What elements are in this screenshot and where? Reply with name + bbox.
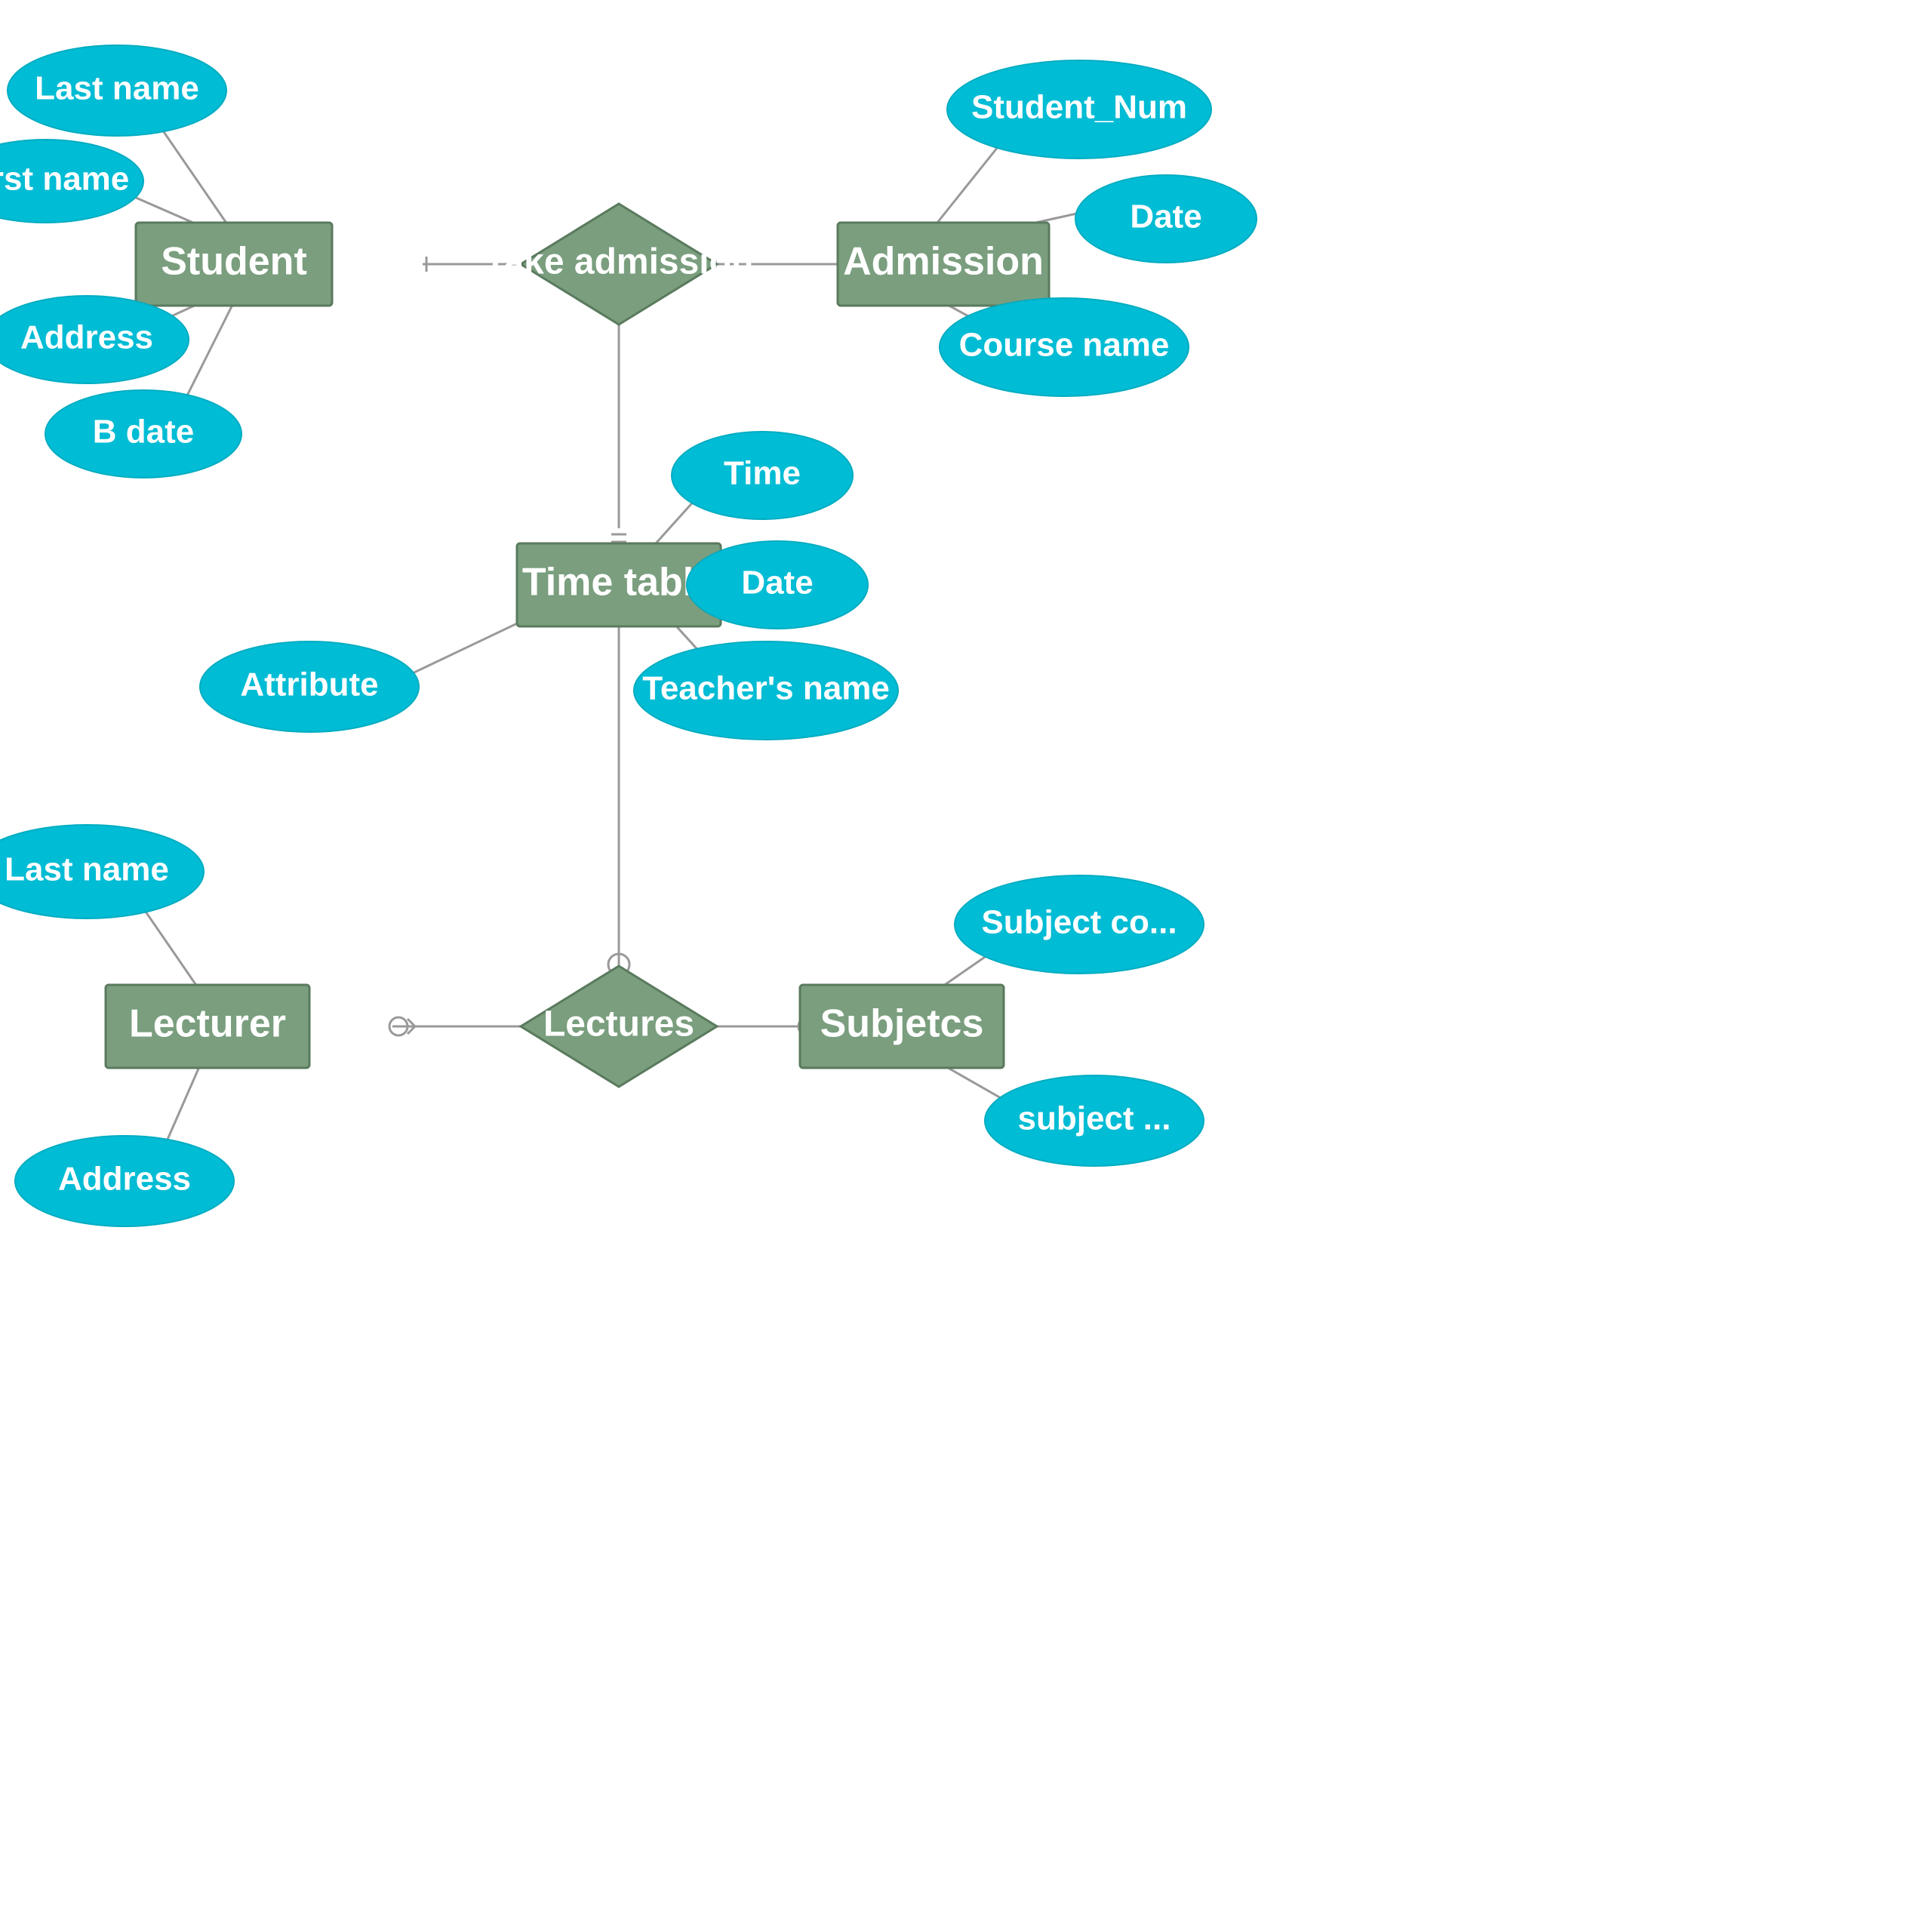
attr-subject-code-label: Subject co... [981, 904, 1177, 941]
attr-first-name-student-label: First name [0, 161, 129, 198]
attr-attribute-timetable-label: Attribute [240, 666, 378, 703]
attr-teachers-name-label: Teacher's name [642, 670, 890, 707]
attr-last-name-student-label: Last name [35, 70, 199, 107]
attr-bdate-student-label: B date [93, 414, 194, 451]
attr-address-student-label: Address [20, 319, 153, 356]
attr-address-lecturer-label: Address [58, 1161, 191, 1198]
attr-date-timetable-label: Date [741, 565, 813, 601]
attr-subject-name-label: subject ... [1018, 1100, 1171, 1137]
entity-student-label: Student [161, 240, 307, 284]
attr-time-timetable-label: Time [724, 455, 801, 492]
entity-lecturer-label: Lecturer [129, 1002, 286, 1046]
attr-date-admission-label: Date [1130, 198, 1201, 235]
attr-last-name-lecturer-label: Last name [5, 851, 169, 888]
attr-student-num-label: Student_Num [971, 89, 1187, 126]
entity-subjetcs-label: Subjetcs [820, 1002, 984, 1046]
entity-admission-label: Admission [843, 240, 1044, 284]
relationship-lectures-label: Lectures [543, 1004, 694, 1044]
attr-course-name-label: Course name [959, 327, 1170, 364]
relationship-take-admission-label: Take admission [485, 242, 754, 282]
